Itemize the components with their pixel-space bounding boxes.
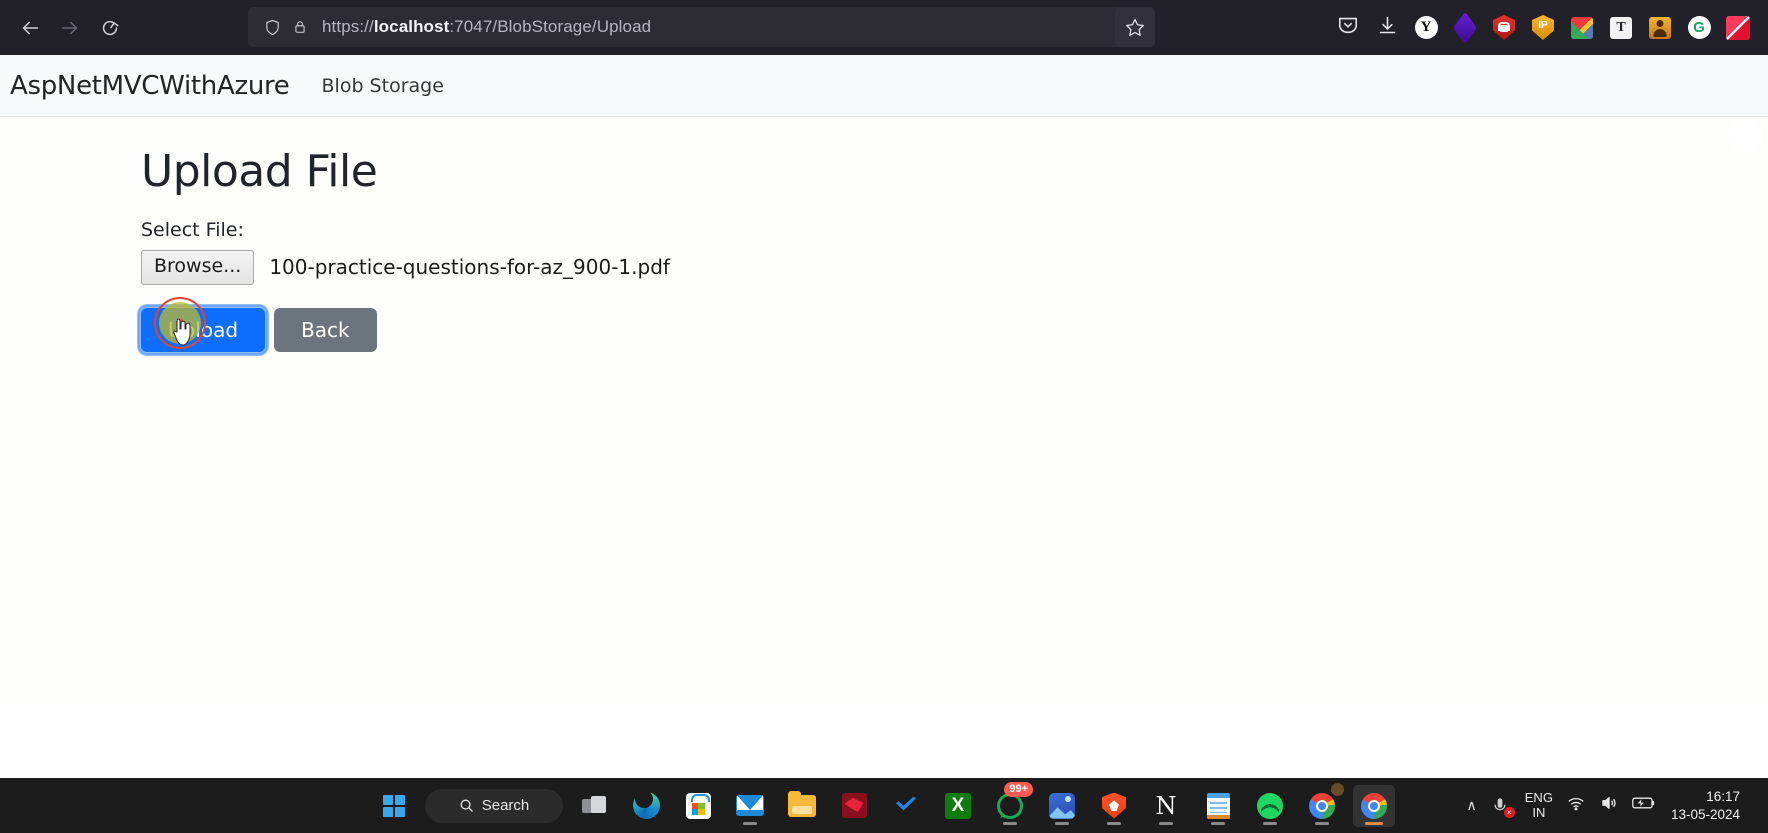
language-primary: ENG xyxy=(1524,789,1553,805)
page-content: Upload File Select File: Browse... 100-p… xyxy=(0,117,1768,711)
url-text: https://localhost:7047/BlobStorage/Uploa… xyxy=(322,17,652,36)
person-badge-icon[interactable] xyxy=(1646,14,1674,42)
shield-icon[interactable] xyxy=(258,13,286,41)
taskview-icon xyxy=(582,795,606,816)
wifi-icon[interactable] xyxy=(1566,795,1586,817)
browser-toolbar: https://localhost:7047/BlobStorage/Uploa… xyxy=(0,0,1768,55)
grammarly-icon[interactable]: G xyxy=(1685,14,1713,42)
scroll-indicator xyxy=(1728,119,1762,153)
taskbar-app-brave[interactable] xyxy=(1093,785,1135,827)
taskview-button[interactable] xyxy=(573,785,615,827)
upload-button[interactable]: Upload xyxy=(137,296,269,355)
taskbar-app-kali[interactable] xyxy=(833,785,875,827)
red-shield-lock-icon[interactable] xyxy=(1490,14,1518,42)
select-file-label: Select File: xyxy=(141,219,244,241)
language-indicator[interactable]: ENG IN xyxy=(1524,789,1553,821)
reload-button[interactable] xyxy=(90,8,130,48)
taskbar-app-spotify[interactable] xyxy=(1249,785,1291,827)
clock-date: 13-05-2024 xyxy=(1670,806,1740,822)
taskbar-app-explorer[interactable] xyxy=(781,785,823,827)
taskbar-app-todo[interactable] xyxy=(885,785,927,827)
red-flag-icon[interactable] xyxy=(1724,14,1752,42)
brand-link[interactable]: AspNetMVCWithAzure xyxy=(10,71,290,101)
xbox-icon: X xyxy=(945,792,971,819)
taskbar-search-label: Search xyxy=(481,797,530,814)
text-tool-icon[interactable]: T xyxy=(1607,14,1635,42)
search-icon xyxy=(460,799,473,812)
windows-start-icon xyxy=(383,794,405,817)
taskbar-app-edge[interactable] xyxy=(625,785,667,827)
star-icon xyxy=(1126,18,1144,36)
bookmark-button[interactable] xyxy=(1115,7,1155,47)
language-secondary: IN xyxy=(1532,804,1546,820)
extension-toolbar: Y IP T G xyxy=(1334,0,1760,55)
selected-file-name: 100-practice-questions-for-az_900-1.pdf xyxy=(269,255,670,280)
yandex-icon[interactable]: Y xyxy=(1412,14,1440,42)
purple-diamond-icon[interactable] xyxy=(1451,11,1479,44)
file-explorer-icon xyxy=(788,790,816,817)
taskbar-app-notepad[interactable] xyxy=(1197,785,1239,827)
microsoft-store-icon xyxy=(685,792,711,819)
taskbar-app-xbox[interactable]: X xyxy=(937,785,979,827)
taskbar-items: Search X 99+ N xyxy=(373,780,1395,827)
color-grid-icon[interactable] xyxy=(1568,14,1596,42)
clock-time: 16:17 xyxy=(1706,788,1740,804)
page-bottom-area xyxy=(0,704,1768,778)
arrow-right-icon xyxy=(61,21,78,34)
upload-button-label: Upload xyxy=(168,317,239,342)
file-input-row[interactable]: Browse... 100-practice-questions-for-az_… xyxy=(141,250,1768,285)
mic-mute-badge: × xyxy=(1503,806,1515,818)
site-navbar: AspNetMVCWithAzure Blob Storage xyxy=(0,55,1768,117)
reload-icon xyxy=(102,20,119,35)
back-button-form[interactable]: Back xyxy=(274,307,377,352)
photos-icon xyxy=(1049,792,1075,819)
ip-shield-icon[interactable]: IP xyxy=(1529,14,1557,42)
mail-icon xyxy=(736,795,764,816)
brave-icon xyxy=(1102,792,1126,819)
tray-expand-button[interactable]: ∧ xyxy=(1467,797,1477,814)
back-button[interactable] xyxy=(10,8,50,48)
taskbar-app-photos[interactable] xyxy=(1041,785,1083,827)
taskbar-app-chrome-profile[interactable] xyxy=(1301,780,1346,827)
notepad-icon xyxy=(1206,792,1230,819)
taskbar-app-store[interactable] xyxy=(677,785,719,827)
avatar xyxy=(1329,780,1346,798)
spotify-icon xyxy=(1257,792,1283,819)
chrome-profile-icon xyxy=(1309,792,1335,819)
start-button[interactable] xyxy=(373,785,415,827)
system-tray: ∧ × ENG IN 16:17 13-05-2024 xyxy=(1467,778,1758,833)
address-bar[interactable]: https://localhost:7047/BlobStorage/Uploa… xyxy=(248,7,1148,47)
volume-icon[interactable] xyxy=(1599,794,1619,817)
form-actions: Upload Back xyxy=(137,296,1768,355)
kali-linux-icon xyxy=(841,793,867,818)
browse-button[interactable]: Browse... xyxy=(141,250,255,285)
taskbar-app-mail[interactable] xyxy=(729,785,771,827)
clock[interactable]: 16:17 13-05-2024 xyxy=(1671,788,1740,823)
taskbar-app-chrome-active[interactable] xyxy=(1353,784,1395,827)
chrome-active-icon xyxy=(1361,792,1387,819)
padlock-icon[interactable] xyxy=(286,13,314,41)
taskbar-app-whatsapp[interactable]: 99+ xyxy=(989,781,1033,827)
forward-button[interactable] xyxy=(50,8,90,48)
todo-check-icon xyxy=(893,796,919,816)
arrow-left-icon xyxy=(22,21,39,34)
microphone-muted-icon[interactable]: × xyxy=(1490,796,1515,818)
whatsapp-badge: 99+ xyxy=(1004,781,1033,797)
pocket-icon[interactable] xyxy=(1334,14,1362,42)
taskbar-search[interactable]: Search xyxy=(425,788,563,823)
taskbar-app-notion[interactable]: N xyxy=(1145,785,1187,827)
page-title: Upload File xyxy=(141,146,378,197)
show-desktop-button[interactable] xyxy=(1753,778,1758,833)
windows-taskbar: Search X 99+ N ∧ × ENG IN 16:17 13-05-20… xyxy=(0,778,1768,833)
download-icon[interactable] xyxy=(1373,14,1401,42)
edge-icon xyxy=(632,790,660,819)
web-page: AspNetMVCWithAzure Blob Storage Upload F… xyxy=(0,55,1768,778)
notion-icon: N xyxy=(1155,791,1177,820)
battery-icon[interactable] xyxy=(1632,795,1656,816)
nav-link-blob-storage[interactable]: Blob Storage xyxy=(322,75,444,97)
